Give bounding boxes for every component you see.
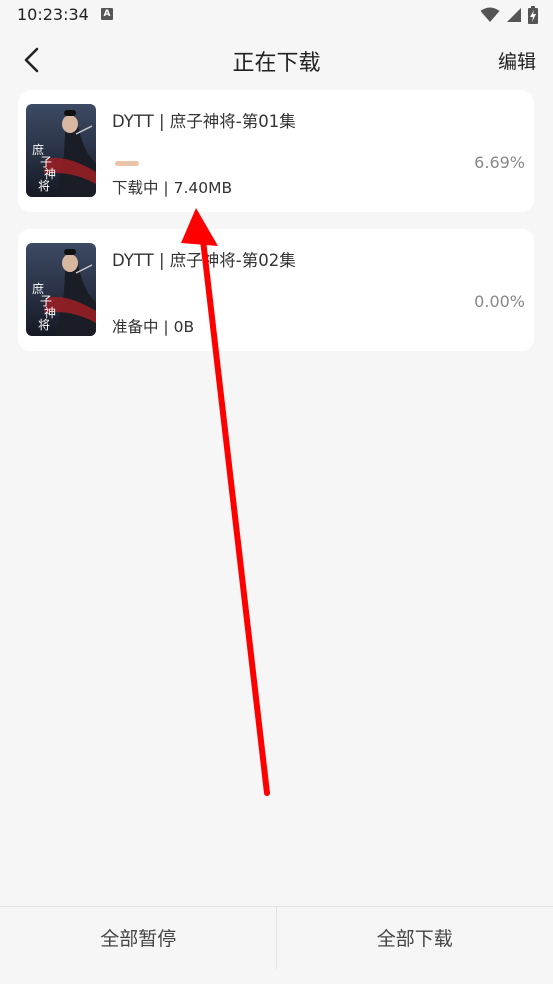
- wifi-icon: [480, 7, 500, 22]
- download-screen: 10:23:34 A 正在下载 编辑 庶 子 神 将 DYTT | 庶子神将-第…: [0, 0, 553, 984]
- download-status: 准备中 | 0B: [112, 318, 195, 336]
- poster-thumbnail: 庶 子 神 将: [26, 243, 96, 336]
- progress-fill: [115, 161, 140, 166]
- notification-icon: A: [101, 8, 113, 20]
- download-status: 下载中 | 7.40MB: [112, 179, 233, 197]
- svg-text:将: 将: [38, 318, 50, 332]
- system-icons: [480, 6, 538, 24]
- battery-icon: [528, 6, 538, 24]
- app-header: 正在下载 编辑: [0, 38, 553, 82]
- svg-text:将: 将: [38, 179, 50, 193]
- download-item[interactable]: 庶 子 神 将 DYTT | 庶子神将-第01集 6.69% 下载中 | 7.4…: [18, 90, 534, 212]
- pause-all-button[interactable]: 全部暂停: [0, 907, 277, 984]
- download-percent: 6.69%: [474, 153, 525, 172]
- download-item[interactable]: 庶 子 神 将 DYTT | 庶子神将-第02集 0.00% 准备中 | 0B: [18, 229, 534, 351]
- bottom-action-bar: 全部暂停 全部下载: [0, 906, 553, 984]
- edit-button[interactable]: 编辑: [498, 47, 536, 74]
- download-percent: 0.00%: [474, 292, 525, 311]
- progress-bar: [115, 161, 489, 166]
- page-title: 正在下载: [232, 51, 321, 76]
- download-title: DYTT | 庶子神将-第01集: [112, 112, 296, 131]
- download-all-button[interactable]: 全部下载: [277, 907, 553, 984]
- signal-icon: [507, 8, 521, 22]
- status-time: 10:23:34: [17, 5, 89, 24]
- poster-thumbnail: 庶 子 神 将: [26, 104, 96, 197]
- download-title: DYTT | 庶子神将-第02集: [112, 251, 296, 270]
- status-bar: 10:23:34 A: [0, 0, 553, 30]
